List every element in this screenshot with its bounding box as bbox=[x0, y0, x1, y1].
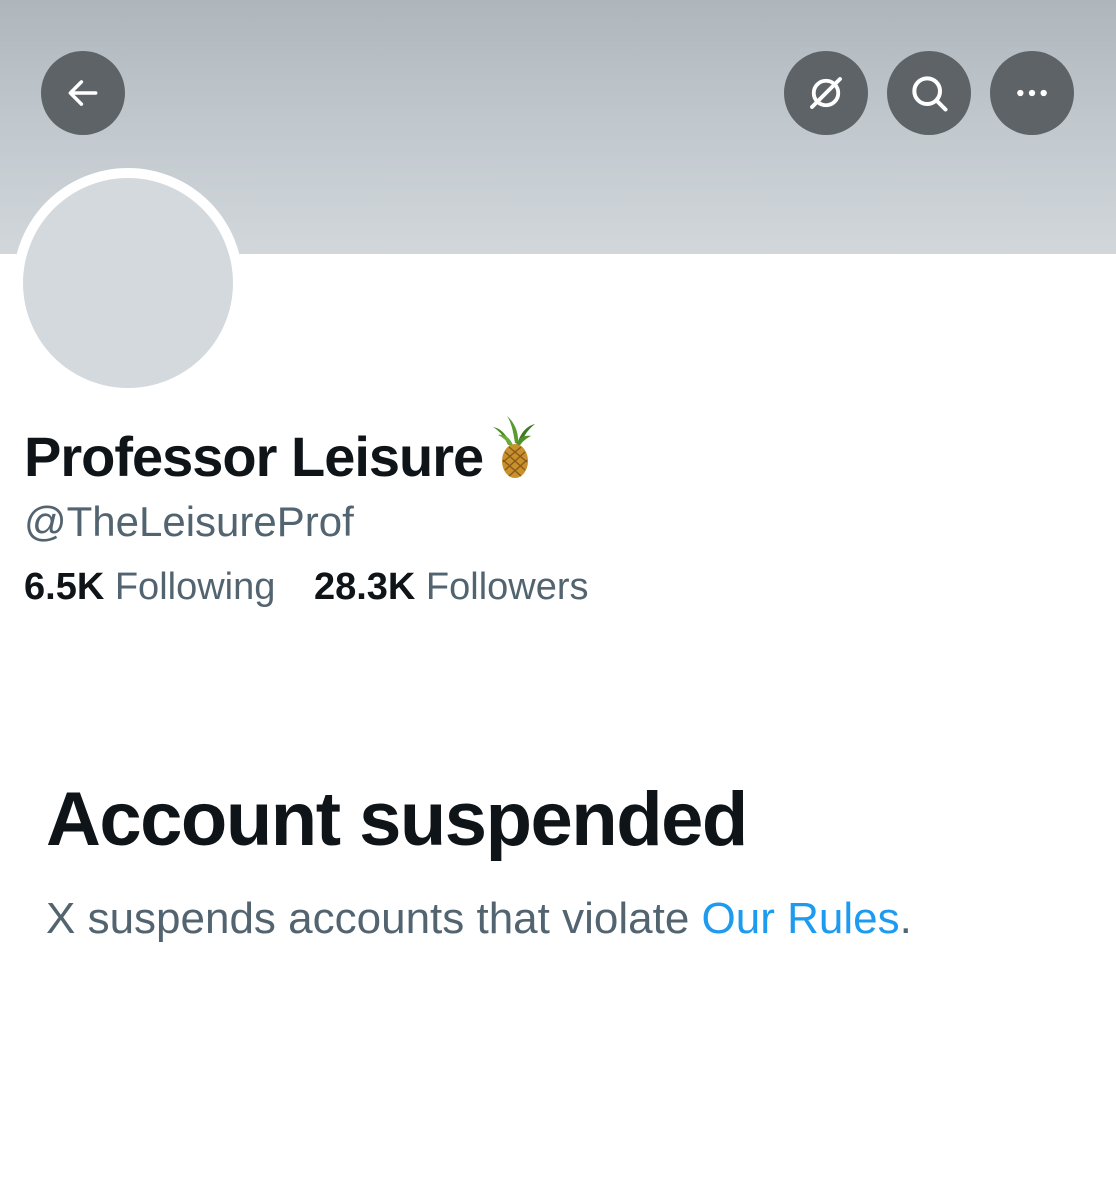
ellipsis-icon bbox=[1017, 89, 1047, 97]
suspended-message: X suspends accounts that violate Our Rul… bbox=[46, 894, 912, 944]
back-button[interactable] bbox=[41, 51, 125, 135]
search-icon bbox=[912, 76, 948, 112]
search-button[interactable] bbox=[887, 51, 971, 135]
followers-count: 28.3K bbox=[313, 566, 416, 608]
avatar[interactable] bbox=[13, 168, 243, 398]
followers-link[interactable]: 28.3K Followers bbox=[314, 566, 589, 609]
profile-stats: 6.5K Following 28.3K Followers bbox=[24, 566, 589, 609]
grok-slash-circle-icon bbox=[810, 77, 842, 109]
handle: @TheLeisureProf bbox=[24, 498, 354, 545]
suspended-message-prefix: X suspends accounts that violate bbox=[46, 894, 702, 943]
avatar-placeholder bbox=[23, 178, 233, 388]
following-count: 6.5K bbox=[24, 566, 105, 608]
following-link[interactable]: 6.5K Following bbox=[24, 566, 275, 609]
pineapple-emoji-icon bbox=[489, 414, 539, 493]
following-label: Following bbox=[114, 566, 276, 608]
our-rules-link[interactable]: Our Rules bbox=[702, 894, 900, 943]
display-name-text: Professor Leisure bbox=[24, 425, 484, 488]
suspended-title: Account suspended bbox=[46, 777, 748, 862]
followers-label: Followers bbox=[425, 566, 589, 608]
grok-button[interactable] bbox=[784, 51, 868, 135]
display-name: Professor Leisure bbox=[24, 416, 539, 493]
arrow-left-icon bbox=[68, 80, 98, 106]
more-options-button[interactable] bbox=[990, 51, 1074, 135]
suspended-message-suffix: . bbox=[899, 894, 912, 943]
